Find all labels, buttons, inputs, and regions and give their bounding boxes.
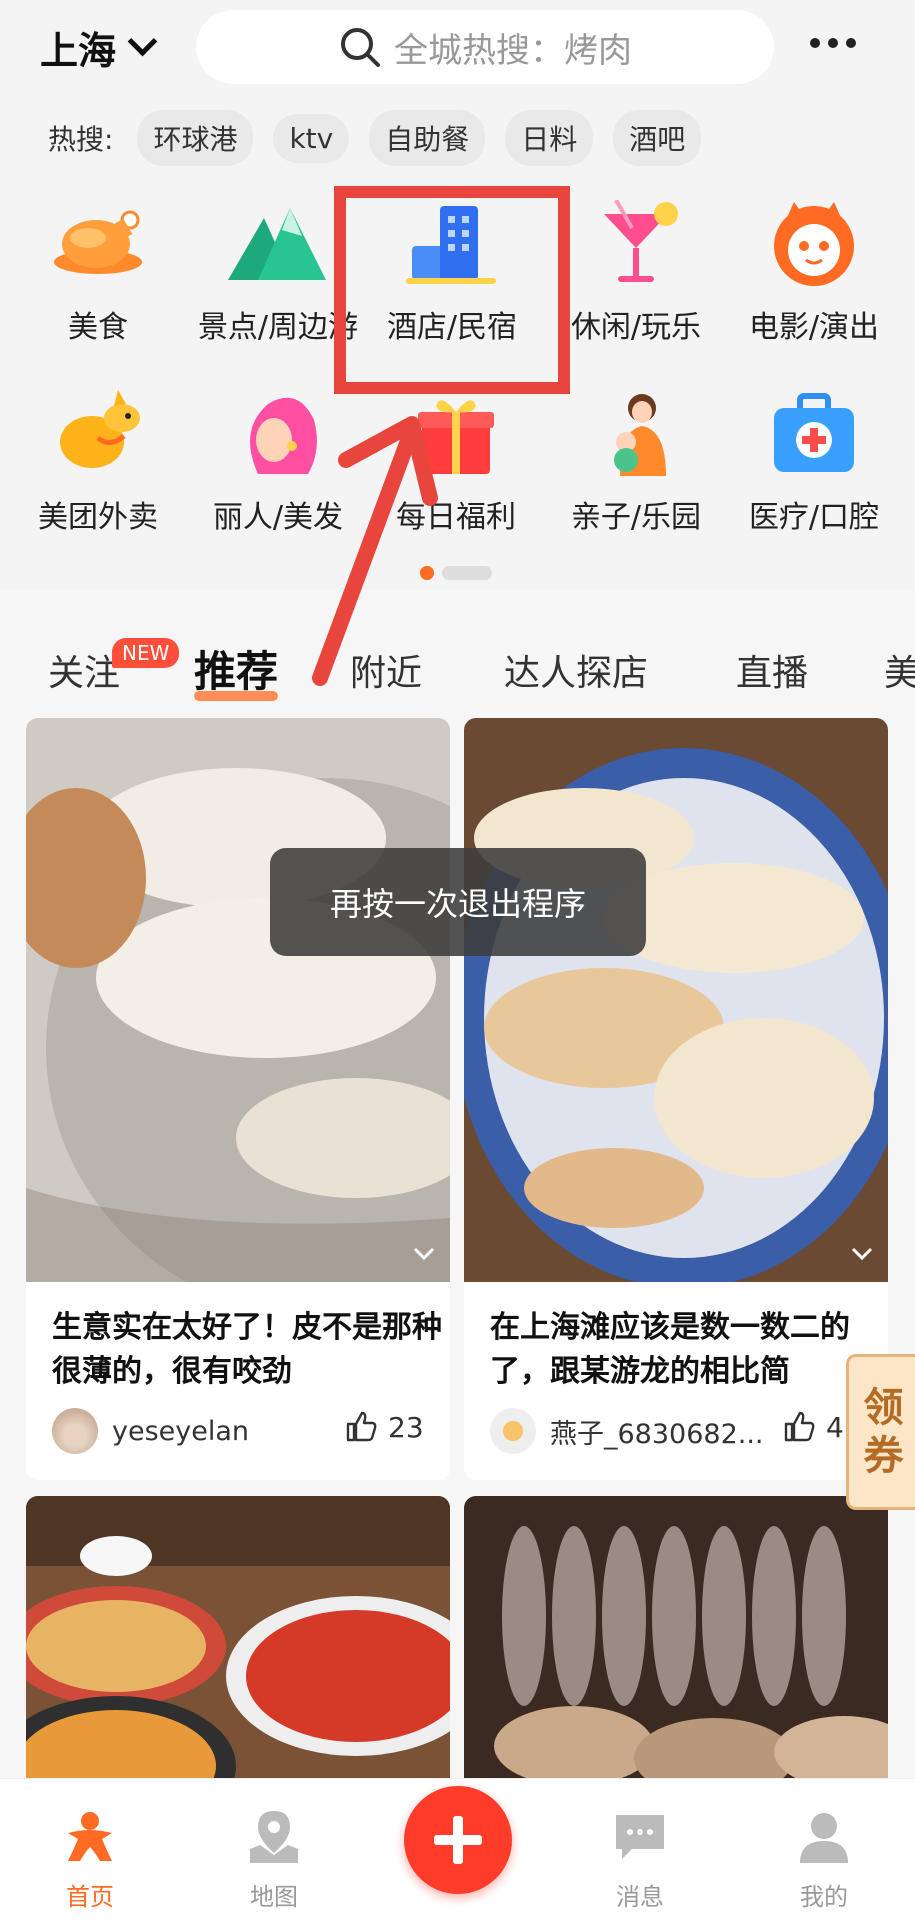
cocktail-icon [586, 199, 686, 290]
feed-card[interactable]: 生意实在太好了！皮不是那种很薄的，很有咬劲 yeseyelan 23 [26, 718, 450, 1480]
likes-value: 23 [388, 1410, 424, 1444]
mountain-icon [228, 200, 328, 290]
coupon-label: 领 [863, 1385, 904, 1431]
cat-face-icon [764, 200, 864, 290]
search-icon [341, 28, 380, 67]
roast-chicken-icon [48, 200, 148, 290]
new-badge: NEW [112, 638, 180, 668]
food-photo [26, 718, 450, 1282]
more-icon[interactable] [810, 38, 856, 48]
exit-toast: 再按一次退出程序 [270, 848, 646, 956]
food-photo [26, 1496, 450, 1796]
nav-messages[interactable]: 消息 [580, 1809, 700, 1912]
card-author[interactable]: yeseyelan [52, 1408, 249, 1454]
feed-card[interactable] [464, 1496, 888, 1796]
hot-chip[interactable]: 酒吧 [613, 110, 702, 166]
hot-chip[interactable]: 日料 [505, 110, 594, 166]
category-waimai[interactable]: 美团外卖 [8, 390, 188, 536]
thumbs-up-icon [346, 1411, 377, 1442]
category-label: 美团外卖 [38, 500, 158, 535]
nav-map[interactable]: 地图 [214, 1809, 334, 1912]
like-count[interactable]: 23 [344, 1410, 424, 1444]
medical-kit-icon [764, 390, 864, 480]
hot-search-label: 热搜: [48, 123, 114, 156]
tab-nearby[interactable]: 附近 [350, 644, 422, 696]
tab-live[interactable]: 直播 [736, 644, 808, 696]
category-parenting[interactable]: 亲子/乐园 [546, 390, 726, 536]
feed-card[interactable]: 在上海滩应该是数一数二的了，跟某游龙的相比简 燕子_6830682... 45 [464, 718, 888, 1480]
category-label: 医疗/口腔 [748, 500, 880, 535]
chevron-down-icon [851, 1247, 873, 1261]
tab-follow[interactable]: 关注 [48, 644, 120, 696]
thumbs-up-icon [784, 1411, 815, 1442]
card-author[interactable]: 燕子_6830682... [490, 1408, 764, 1454]
hot-chip[interactable]: 环球港 [137, 110, 254, 166]
message-icon [616, 1815, 664, 1859]
tab-more[interactable]: 美 [884, 644, 915, 696]
coupon-label: 券 [863, 1433, 904, 1479]
profile-icon [800, 1813, 848, 1863]
nav-label: 消息 [616, 1883, 664, 1911]
coupon-tab[interactable]: 领 券 [846, 1354, 915, 1510]
search-bar[interactable]: 全城热搜：烤肉 [196, 10, 774, 84]
tab-explorer[interactable]: 达人探店 [504, 644, 648, 696]
nav-label: 地图 [250, 1883, 298, 1911]
hot-chip[interactable]: ktv [273, 113, 350, 163]
category-movie[interactable]: 电影/演出 [724, 200, 904, 346]
nav-profile[interactable]: 我的 [764, 1809, 884, 1912]
plus-icon[interactable] [404, 1786, 512, 1894]
category-label: 休闲/玩乐 [570, 310, 702, 345]
mother-child-icon [586, 390, 686, 480]
nav-label: 我的 [800, 1883, 848, 1911]
chevron-down-icon [127, 26, 158, 57]
author-name: yeseyelan [112, 1415, 250, 1447]
hot-chip[interactable]: 自助餐 [369, 110, 486, 166]
food-photo [464, 1496, 888, 1796]
avatar [52, 1408, 98, 1454]
nav-home[interactable]: 首页 [30, 1809, 150, 1912]
author-name: 燕子_6830682... [550, 1418, 764, 1450]
category-label: 亲子/乐园 [570, 500, 702, 535]
chevron-down-icon [413, 1247, 435, 1261]
home-icon [68, 1812, 112, 1861]
category-medical[interactable]: 医疗/口腔 [724, 390, 904, 536]
search-placeholder: 全城热搜：烤肉 [394, 30, 632, 71]
food-photo [464, 718, 888, 1282]
card-title: 生意实在太好了！皮不是那种很薄的，很有咬劲 [52, 1310, 442, 1389]
category-leisure[interactable]: 休闲/玩乐 [546, 199, 726, 346]
nav-label: 首页 [66, 1883, 114, 1911]
category-food[interactable]: 美食 [8, 200, 188, 346]
annotation-highlight-box [334, 186, 570, 394]
category-label: 美食 [68, 310, 128, 345]
feed-card[interactable] [26, 1496, 450, 1796]
page-indicator [420, 566, 492, 580]
map-pin-icon [250, 1811, 298, 1863]
category-label: 电影/演出 [748, 310, 880, 345]
avatar [490, 1408, 536, 1454]
hot-search-row: 热搜: 环球港 ktv 自助餐 日料 酒吧 [48, 110, 702, 166]
kangaroo-icon [48, 390, 148, 480]
card-title: 在上海滩应该是数一数二的了，跟某游龙的相比简 [490, 1310, 850, 1389]
city-name: 上海 [40, 29, 117, 73]
tab-recommend[interactable]: 推荐 [194, 638, 279, 701]
city-selector[interactable]: 上海 [40, 20, 158, 75]
